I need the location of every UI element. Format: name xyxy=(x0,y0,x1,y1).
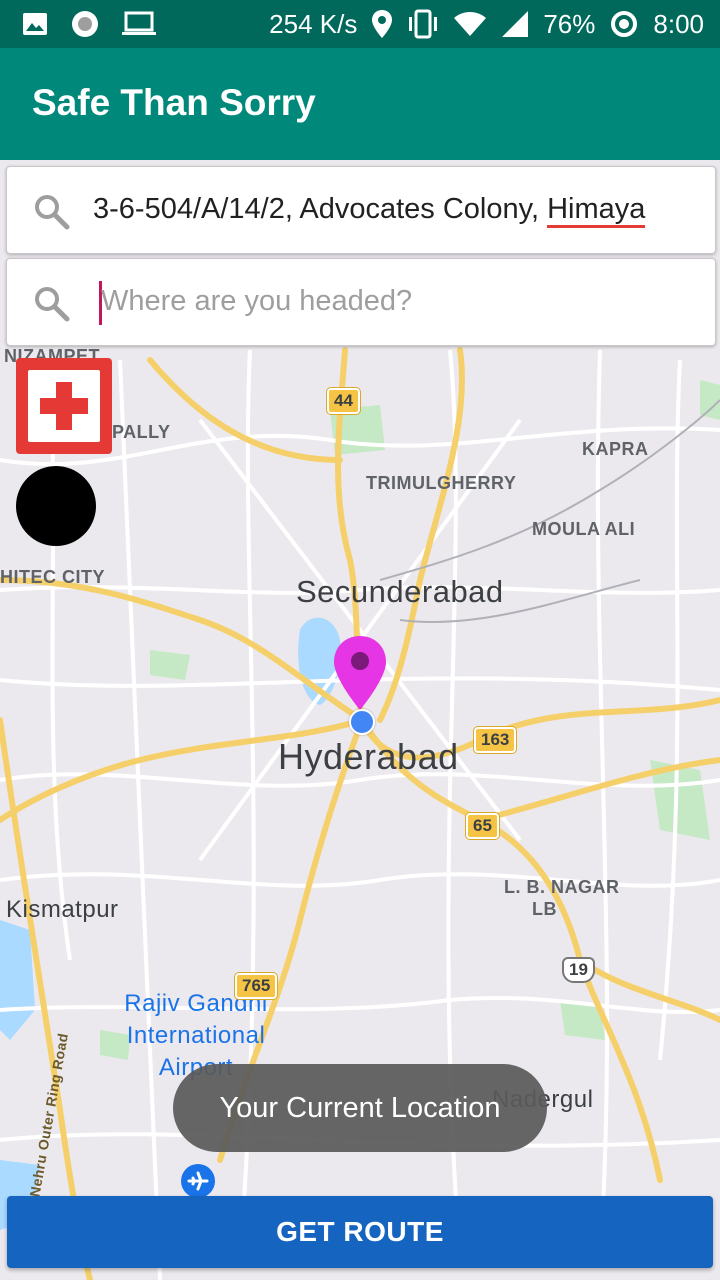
first-aid-button-face xyxy=(28,370,100,442)
toast-message: Your Current Location xyxy=(173,1064,547,1152)
map-label-lb-nagar: L. B. NAGAR xyxy=(504,877,620,897)
vibrate-icon xyxy=(409,9,438,39)
road-shield-765: 765 xyxy=(235,973,278,999)
circle-button[interactable] xyxy=(16,466,96,546)
map-label-pally: PALLY xyxy=(112,422,171,442)
signal-icon xyxy=(502,11,529,37)
destination-search-box[interactable]: Where are you headed? xyxy=(6,258,716,346)
sync-icon xyxy=(611,11,638,37)
map-label-secunderabad: Secunderabad xyxy=(296,574,504,609)
map-label-kismatpur: Kismatpur xyxy=(6,896,119,923)
location-icon xyxy=(372,10,393,38)
origin-search-box[interactable]: 3-6-504/A/14/2, Advocates Colony, Himaya xyxy=(6,166,716,254)
current-location-dot xyxy=(349,709,375,735)
map-label-lb: LB xyxy=(532,899,557,919)
map-label-trimulgherry: TRIMULGHERRY xyxy=(366,473,517,493)
image-icon xyxy=(23,13,47,35)
first-aid-button[interactable] xyxy=(16,358,112,454)
road-shield-44: 44 xyxy=(327,388,360,414)
first-aid-cross-icon xyxy=(40,382,88,430)
wifi-icon xyxy=(454,12,487,36)
map-marker-icon[interactable] xyxy=(332,634,388,714)
destination-input[interactable]: Where are you headed? xyxy=(101,285,412,318)
origin-input[interactable]: 3-6-504/A/14/2, Advocates Colony, Himaya xyxy=(93,193,646,228)
search-icon xyxy=(35,195,70,230)
road-shield-163: 163 xyxy=(474,727,517,753)
origin-value: 3-6-504/A/14/2, Advocates Colony, xyxy=(93,193,548,225)
battery-percent: 76% xyxy=(543,8,596,39)
get-route-button[interactable]: GET ROUTE xyxy=(7,1196,713,1268)
laptop-icon xyxy=(122,11,156,35)
search-icon xyxy=(35,287,70,322)
app-title: Safe Than Sorry xyxy=(32,82,316,123)
status-bar: 254 K/s 76% 8:00 xyxy=(0,0,720,48)
map-label-moula-ali: MOULA ALI xyxy=(532,519,636,539)
road-shield-65: 65 xyxy=(466,813,499,839)
road-shield-19: 19 xyxy=(562,957,595,983)
airport-label-line2: International xyxy=(126,1022,266,1049)
clock: 8:00 xyxy=(653,8,704,39)
network-speed: 254 K/s xyxy=(269,8,358,39)
app-bar: Safe Than Sorry xyxy=(0,48,720,160)
map-label-kapra: KAPRA xyxy=(582,439,649,459)
map-label-hitec-city: HITEC CITY xyxy=(0,567,106,587)
map-label-hyderabad: Hyderabad xyxy=(278,736,459,777)
airport-icon xyxy=(181,1164,215,1198)
circle-icon xyxy=(72,11,98,37)
origin-value-misspelled: Himaya xyxy=(547,193,646,228)
